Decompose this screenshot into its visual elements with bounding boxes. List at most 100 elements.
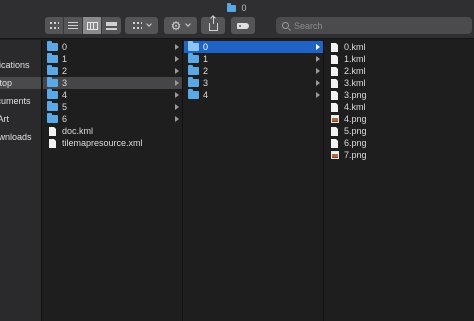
search-placeholder: Search [294,20,323,31]
list-view-button[interactable] [64,17,83,34]
sidebar-item-label: Desktop [0,78,13,88]
folder-row-selected[interactable]: 3 [43,77,182,89]
file-row[interactable]: doc.kml [43,125,182,137]
item-name: tilemapresource.xml [62,138,143,148]
folder-icon [188,65,199,75]
folder-row[interactable]: 1 [43,53,182,65]
folder-row[interactable]: 1 [184,53,323,65]
item-name: 3.kml [344,78,366,88]
file-row[interactable]: 4.kml [325,101,474,113]
disclosure-arrow-icon [175,56,179,62]
item-name: 3 [203,78,209,88]
item-name: 6.png [344,138,367,148]
folder-row[interactable]: 4 [184,89,323,101]
folder-icon [47,113,58,123]
folder-row[interactable]: 4 [43,89,182,101]
folder-row[interactable]: 5 [43,101,182,113]
icon-view-button[interactable] [45,17,64,34]
window-title-text: 0 [241,3,247,13]
share-icon [208,16,218,31]
file-row[interactable]: 3.png [325,89,474,101]
sidebar-item-applications[interactable]: Applications [0,59,41,71]
toolbar: 0 ⚙ Search [0,0,474,39]
folder-row[interactable]: 2 [43,65,182,77]
item-name: 3 [62,78,68,88]
disclosure-arrow-icon [175,68,179,74]
sidebar-item-label: Documents [0,96,31,106]
document-icon [331,90,338,100]
file-row[interactable]: 5.png [325,125,474,137]
chevron-down-icon [185,21,192,27]
column-view-button[interactable] [83,17,102,34]
image-thumbnail-icon [331,115,339,123]
document-icon [331,78,338,88]
file-row[interactable]: 3.kml [325,77,474,89]
folder-row[interactable]: 6 [43,113,182,125]
item-name: 5 [62,102,68,112]
folder-icon [47,65,58,75]
disclosure-arrow-icon [316,56,320,62]
item-name: 1 [62,54,68,64]
image-thumbnail-icon [331,151,339,159]
file-row[interactable]: 6.png [325,137,474,149]
folder-row[interactable]: 3 [184,77,323,89]
search-icon [282,22,289,29]
gear-icon: ⚙ [170,18,182,33]
group-by-button[interactable] [125,17,158,34]
chevron-down-icon [145,21,152,27]
item-name: 4 [203,90,209,100]
browser-column-1: 0 1 2 3 4 5 6 doc.kml tilemapresource.xm… [43,40,183,321]
sidebar: Applications Desktop Documents CoralArt … [0,40,42,321]
grid-icon [49,22,59,29]
action-menu-button[interactable]: ⚙ [164,17,197,34]
disclosure-arrow-icon [175,80,179,86]
document-icon [49,138,56,148]
item-name: 2 [62,66,68,76]
grid-icon [132,22,142,29]
gallery-view-button[interactable] [102,17,121,34]
item-name: 2.kml [344,66,366,76]
sidebar-item-coralart[interactable]: CoralArt [0,113,41,125]
file-row[interactable]: 2.kml [325,65,474,77]
sidebar-item-documents[interactable]: Documents [0,95,41,107]
browser-column-2: 0 1 2 3 4 [184,40,324,321]
folder-icon [47,89,58,99]
folder-icon [47,101,58,111]
item-name: 5.png [344,126,367,136]
item-name: 2 [203,66,209,76]
file-row[interactable]: 7.png [325,149,474,161]
folder-icon [47,53,58,63]
sidebar-item-desktop[interactable]: Desktop [0,77,41,89]
file-row[interactable]: 4.png [325,113,474,125]
folder-row[interactable]: 2 [184,65,323,77]
view-switcher [45,17,121,34]
folder-row[interactable]: 0 [43,41,182,53]
share-button[interactable] [201,16,225,34]
disclosure-arrow-icon [316,68,320,74]
search-field[interactable]: Search [276,17,472,34]
item-name: 1 [203,54,209,64]
sidebar-item-label: Applications [0,60,30,70]
item-name: 4 [62,90,68,100]
folder-icon [188,53,199,63]
sidebar-item-label: CoralArt [0,114,10,124]
file-row[interactable]: 1.kml [325,53,474,65]
list-icon [68,21,78,30]
disclosure-arrow-icon [316,44,320,50]
folder-row-selected[interactable]: 0 [184,41,323,53]
disclosure-arrow-icon [316,80,320,86]
document-icon [49,126,56,136]
file-row[interactable]: tilemapresource.xml [43,137,182,149]
folder-icon [47,41,58,51]
tags-button[interactable] [231,17,255,34]
sidebar-item-downloads[interactable]: Downloads [0,131,41,143]
folder-icon [188,89,199,99]
document-icon [331,54,338,64]
disclosure-arrow-icon [175,92,179,98]
item-name: 1.kml [344,54,366,64]
window-title: 0 [0,3,474,13]
columns-icon [86,21,98,30]
file-row[interactable]: 0.kml [325,41,474,53]
folder-icon [47,77,58,87]
document-icon [331,66,338,76]
